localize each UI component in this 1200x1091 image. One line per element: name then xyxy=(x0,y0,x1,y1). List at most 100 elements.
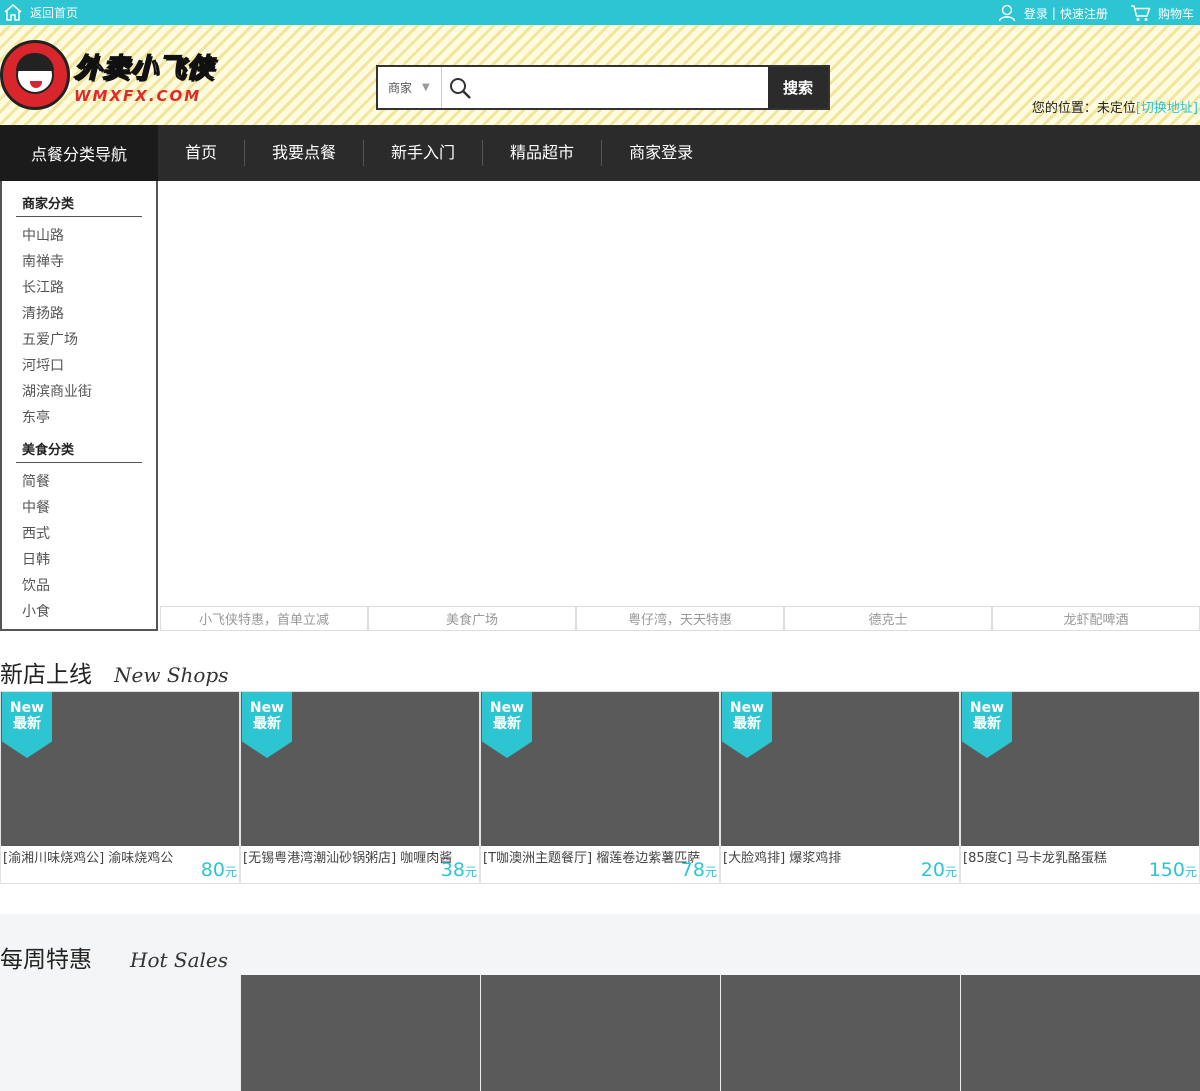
banner-tabs: 小飞侠特惠，首单立减 美食广场 粤仔湾，天天特惠 德克士 龙虾配啤酒 xyxy=(160,606,1200,631)
nav-item-supermarket[interactable]: 精品超市 xyxy=(483,140,603,166)
shop-card[interactable]: New 最新 [无锡粤港湾潮汕砂锅粥店] 咖喱肉酱 38元 xyxy=(240,691,480,884)
shop-item-price: 20元 xyxy=(921,859,957,881)
banner-tab[interactable]: 龙虾配啤酒 xyxy=(992,606,1200,631)
new-shops-title: 新店上线 xyxy=(0,662,92,688)
hot-sales-title: 每周特惠 xyxy=(0,947,92,973)
banner-tab[interactable]: 德克士 xyxy=(784,606,992,631)
location-info: 您的位置：未定位[切换地址] xyxy=(1032,97,1198,116)
home-icon xyxy=(4,4,22,21)
header: 外卖小飞侠 WMXFX.COM 商家 ▼ 搜索 您的位置：未定位[切换地址] xyxy=(0,25,1200,125)
sidebar-item-merchant[interactable]: 中山路 xyxy=(22,223,156,249)
price-currency: 元 xyxy=(944,865,957,879)
search-icon xyxy=(442,67,478,108)
hot-sale-card[interactable] xyxy=(240,975,480,1091)
logo-text-cn: 外卖小飞侠 xyxy=(73,52,214,84)
site-logo[interactable]: 外卖小飞侠 WMXFX.COM xyxy=(0,40,214,110)
new-ribbon: New 最新 xyxy=(242,692,292,758)
shop-item-price: 38元 xyxy=(441,859,477,881)
hot-sale-card[interactable] xyxy=(720,975,960,1091)
sidebar-item-merchant[interactable]: 湖滨商业街 xyxy=(22,379,156,405)
shop-card[interactable]: New 最新 [85度C] 马卡龙乳酪蛋糕 150元 xyxy=(960,691,1200,884)
sidebar-item-merchant[interactable]: 清扬路 xyxy=(22,301,156,327)
shop-image[interactable]: New 最新 xyxy=(961,692,1199,846)
nav-item-merchant-login[interactable]: 商家登录 xyxy=(602,140,720,166)
sidebar-item-food[interactable]: 小食 xyxy=(22,599,156,625)
login-link[interactable]: 登录 xyxy=(1024,5,1048,22)
nav-item-home[interactable]: 首页 xyxy=(158,140,246,166)
sidebar-item-food[interactable]: 饮品 xyxy=(22,573,156,599)
shop-item-price: 80元 xyxy=(201,859,237,881)
price-currency: 元 xyxy=(1184,865,1197,879)
ribbon-en: New xyxy=(729,700,765,716)
switch-address-link[interactable]: [切换地址] xyxy=(1136,101,1198,116)
search-button[interactable]: 搜索 xyxy=(768,67,828,108)
shop-card[interactable]: New 最新 [大脸鸡排] 爆浆鸡排 20元 xyxy=(720,691,960,884)
shop-image[interactable]: New 最新 xyxy=(721,692,959,846)
new-shops-subtitle: New Shops xyxy=(114,663,229,687)
price-currency: 元 xyxy=(464,865,477,879)
new-ribbon: New 最新 xyxy=(722,692,772,758)
shop-card[interactable]: New 最新 [渝湘川味烧鸡公] 渝味烧鸡公 80元 xyxy=(0,691,240,884)
search-input[interactable] xyxy=(478,67,768,108)
sidebar-item-food[interactable]: 日韩 xyxy=(22,547,156,573)
shop-image[interactable]: New 最新 xyxy=(1,692,239,846)
category-nav-toggle[interactable]: 点餐分类导航 xyxy=(0,125,158,181)
sidebar-item-food[interactable]: 西式 xyxy=(22,521,156,547)
banner-tab[interactable]: 粤仔湾，天天特惠 xyxy=(576,606,784,631)
new-ribbon: New 最新 xyxy=(962,692,1012,758)
dropdown-arrow-icon: ▼ xyxy=(422,82,430,93)
ribbon-cn: 最新 xyxy=(253,716,281,732)
price-value: 20 xyxy=(920,859,945,881)
search-scope-select[interactable]: 商家 ▼ xyxy=(378,67,442,108)
logo-text-en: WMXFX.COM xyxy=(74,86,202,105)
sidebar-item-food[interactable]: 简餐 xyxy=(22,469,156,495)
new-shops-heading: 新店上线 New Shops xyxy=(0,655,229,689)
sidebar-item-merchant[interactable]: 河埒口 xyxy=(22,353,156,379)
price-value: 150 xyxy=(1148,859,1185,881)
ribbon-cn: 最新 xyxy=(13,716,41,732)
nav-item-beginner[interactable]: 新手入门 xyxy=(364,140,484,166)
location-label: 您的位置：未定位 xyxy=(1031,101,1136,116)
ribbon-en: New xyxy=(249,700,285,716)
food-category-title: 美食分类 xyxy=(16,439,142,463)
sidebar-item-food[interactable]: 中餐 xyxy=(22,495,156,521)
cart-link[interactable]: 购物车 xyxy=(1158,5,1194,22)
banner-carousel[interactable] xyxy=(160,181,1200,606)
new-ribbon: New 最新 xyxy=(482,692,532,758)
new-shops-list: New 最新 [渝湘川味烧鸡公] 渝味烧鸡公 80元 New 最新 [无锡粤港湾潮汕… xyxy=(0,691,1200,884)
ribbon-en: New xyxy=(9,700,45,716)
shop-item-price: 150元 xyxy=(1149,859,1197,881)
sidebar-item-merchant[interactable]: 东亭 xyxy=(22,405,156,431)
separator: | xyxy=(1051,6,1056,20)
banner-tab[interactable]: 小飞侠特惠，首单立减 xyxy=(160,606,368,631)
user-icon xyxy=(998,4,1016,22)
banner-tab[interactable]: 美食广场 xyxy=(368,606,576,631)
logo-mascot-icon xyxy=(0,40,70,110)
price-value: 80 xyxy=(200,859,225,881)
price-value: 78 xyxy=(680,859,705,881)
home-link[interactable]: 返回首页 xyxy=(4,4,78,21)
sidebar-item-merchant[interactable]: 五爱广场 xyxy=(22,327,156,353)
nav-item-order[interactable]: 我要点餐 xyxy=(245,140,365,166)
ribbon-en: New xyxy=(969,700,1005,716)
hot-sale-card[interactable] xyxy=(960,975,1200,1091)
home-link-label: 返回首页 xyxy=(30,6,79,20)
search-scope-value: 商家 xyxy=(388,81,413,95)
search-bar: 商家 ▼ 搜索 xyxy=(376,65,830,110)
register-link[interactable]: 快速注册 xyxy=(1060,5,1108,22)
shop-card[interactable]: New 最新 [T咖澳洲主题餐厅] 榴莲卷边紫薯匹萨 78元 xyxy=(480,691,720,884)
ribbon-cn: 最新 xyxy=(973,716,1001,732)
hot-sales-list xyxy=(240,975,1200,1091)
hot-sales-subtitle: Hot Sales xyxy=(130,948,228,972)
price-currency: 元 xyxy=(224,865,237,879)
sidebar-item-merchant[interactable]: 长江路 xyxy=(22,275,156,301)
shop-image[interactable]: New 最新 xyxy=(481,692,719,846)
shop-image[interactable]: New 最新 xyxy=(241,692,479,846)
new-ribbon: New 最新 xyxy=(2,692,52,758)
hot-sale-card[interactable] xyxy=(480,975,720,1091)
price-currency: 元 xyxy=(704,865,717,879)
merchant-category-title: 商家分类 xyxy=(16,193,142,217)
sidebar-item-merchant[interactable]: 南禅寺 xyxy=(22,249,156,275)
cart-icon[interactable] xyxy=(1130,4,1152,22)
ribbon-cn: 最新 xyxy=(493,716,521,732)
